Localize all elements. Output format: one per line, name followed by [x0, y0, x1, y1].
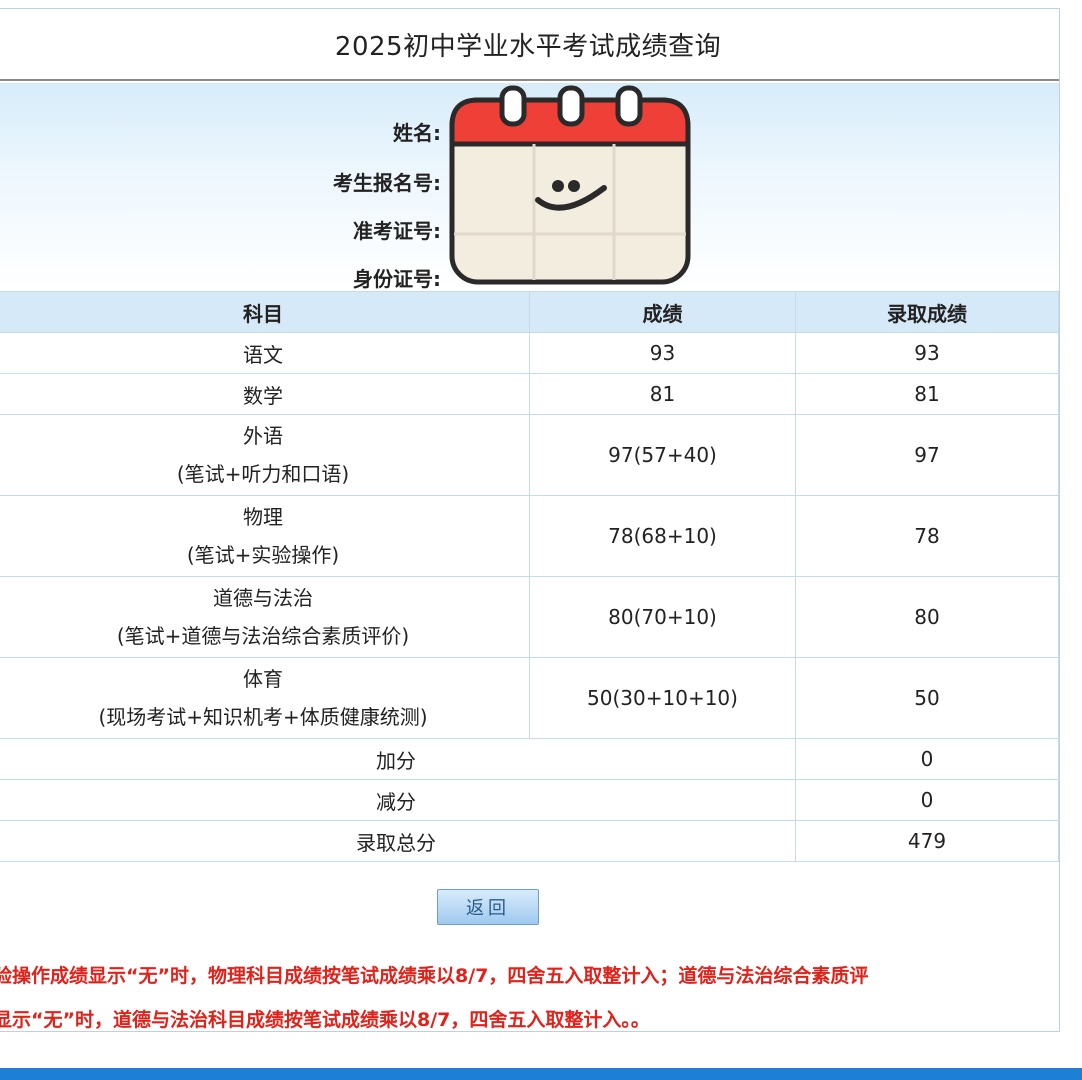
note-line-1: 验操作成绩显示“无”时，物理科目成绩按笔试成绩乘以8/7，四舍五入取整计入；道德…	[0, 965, 869, 987]
header-subject: 科目	[0, 291, 530, 333]
page-title: 2025初中学业水平考试成绩查询	[0, 9, 1059, 81]
table-row: 道德与法治 (笔试+道德与法治综合素质评价) 80(70+10) 80	[0, 576, 1059, 658]
admission-score-cell: 93	[795, 332, 1059, 374]
summary-value: 0	[795, 738, 1059, 780]
admission-score-cell: 50	[795, 657, 1059, 739]
table-row: 语文 93 93	[0, 332, 1059, 374]
admission-score-cell: 80	[795, 576, 1059, 658]
subject-detail: (笔试+道德与法治综合素质评价)	[116, 624, 410, 648]
summary-row-deduction: 减分 0	[0, 779, 1059, 821]
score-cell: 81	[529, 373, 796, 415]
subject-detail: (笔试+听力和口语)	[176, 462, 350, 486]
info-label-id-number: 身份证号:	[353, 267, 441, 291]
info-label-name: 姓名:	[393, 121, 441, 145]
header-admission-score: 录取成绩	[795, 291, 1059, 333]
subject-cell: 外语 (笔试+听力和口语)	[0, 414, 530, 496]
summary-row-bonus: 加分 0	[0, 738, 1059, 780]
back-button[interactable]: 返回	[437, 889, 539, 925]
table-row: 数学 81 81	[0, 373, 1059, 415]
admission-score-cell: 81	[795, 373, 1059, 415]
summary-row-total: 录取总分 479	[0, 820, 1059, 862]
summary-label: 减分	[0, 779, 796, 821]
subject-name: 数学	[243, 383, 283, 408]
table-row: 外语 (笔试+听力和口语) 97(57+40) 97	[0, 414, 1059, 496]
subject-name: 物理	[243, 505, 283, 529]
score-cell: 80(70+10)	[529, 576, 796, 658]
calendar-smiley-icon	[444, 84, 696, 290]
subject-detail: (笔试+实验操作)	[186, 543, 340, 567]
subject-name: 外语	[243, 424, 283, 448]
header-score: 成绩	[529, 291, 796, 333]
bottom-bar	[0, 1068, 1082, 1080]
summary-value: 479	[795, 820, 1059, 862]
score-cell: 97(57+40)	[529, 414, 796, 496]
admission-score-cell: 97	[795, 414, 1059, 496]
info-label-admission-ticket: 准考证号:	[353, 219, 441, 243]
score-table: 科目 成绩 录取成绩 语文 93 93 数学 81 81 外语 (笔试+听力和口…	[0, 291, 1059, 862]
summary-label: 加分	[0, 738, 796, 780]
subject-name: 语文	[243, 342, 283, 367]
table-row: 物理 (笔试+实验操作) 78(68+10) 78	[0, 495, 1059, 577]
score-cell: 93	[529, 332, 796, 374]
subject-cell: 语文	[0, 332, 530, 374]
table-row: 体育 (现场考试+知识机考+体质健康统测) 50(30+10+10) 50	[0, 657, 1059, 739]
summary-value: 0	[795, 779, 1059, 821]
subject-cell: 道德与法治 (笔试+道德与法治综合素质评价)	[0, 576, 530, 658]
subject-name: 道德与法治	[213, 586, 313, 610]
subject-cell: 物理 (笔试+实验操作)	[0, 495, 530, 577]
table-header-row: 科目 成绩 录取成绩	[0, 291, 1059, 333]
subject-detail: (现场考试+知识机考+体质健康统测)	[98, 705, 428, 729]
note-line-2: 显示“无”时，道德与法治科目成绩按笔试成绩乘以8/7，四舍五入取整计入。。	[0, 1009, 650, 1031]
subject-cell: 数学	[0, 373, 530, 415]
subject-cell: 体育 (现场考试+知识机考+体质健康统测)	[0, 657, 530, 739]
score-cell: 50(30+10+10)	[529, 657, 796, 739]
summary-label: 录取总分	[0, 820, 796, 862]
admission-score-cell: 78	[795, 495, 1059, 577]
score-cell: 78(68+10)	[529, 495, 796, 577]
info-label-registration-number: 考生报名号:	[333, 171, 441, 195]
subject-name: 体育	[243, 667, 283, 691]
